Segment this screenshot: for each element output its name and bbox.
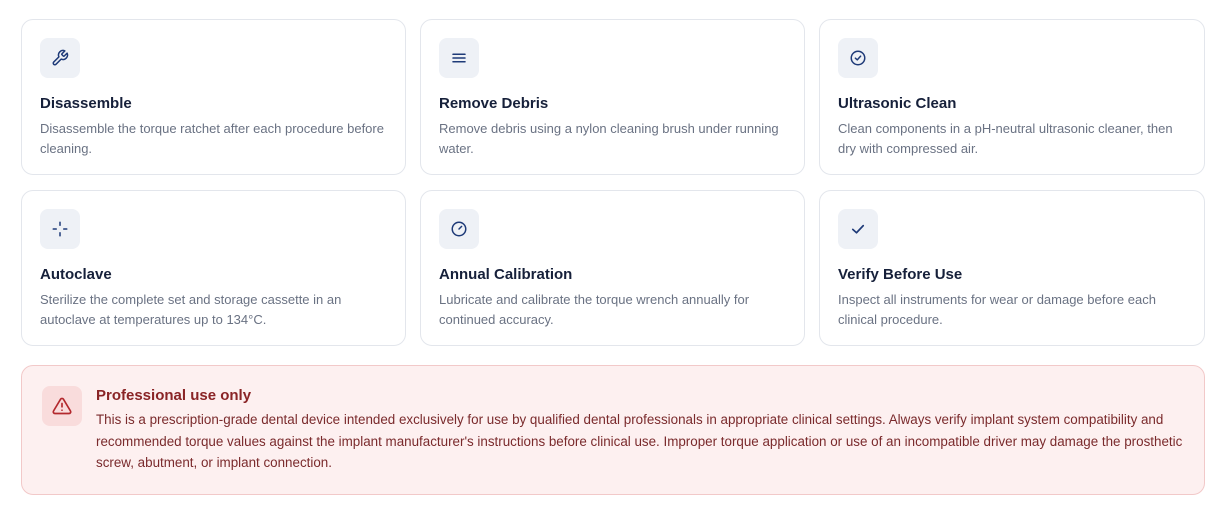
alert-body: Professional use only This is a prescrip…: [96, 386, 1184, 494]
step-title: Autoclave: [40, 266, 112, 283]
step-description: Sterilize the complete set and storage c…: [40, 292, 342, 327]
step-card-annual-calibration: Annual Calibration Lubricate and calibra…: [420, 190, 805, 346]
step-title: Disassemble: [40, 95, 132, 112]
gauge-icon: [439, 209, 479, 249]
care-instructions: Disassemble Disassemble the torque ratch…: [0, 0, 1230, 510]
check-circle-icon: [838, 38, 878, 78]
step-description: Disassemble the torque ratchet after eac…: [40, 121, 384, 156]
step-card-ultrasonic-clean: Ultrasonic Clean Clean components in a p…: [819, 19, 1205, 175]
lines-icon: [439, 38, 479, 78]
professional-use-alert: Professional use only This is a prescrip…: [21, 365, 1205, 495]
alert-text: This is a prescription-grade dental devi…: [96, 412, 1183, 470]
step-description: Lubricate and calibrate the torque wrenc…: [439, 292, 750, 327]
step-title: Ultrasonic Clean: [838, 95, 957, 112]
step-title: Verify Before Use: [838, 266, 963, 283]
step-description: Remove debris using a nylon cleaning bru…: [439, 121, 779, 156]
step-description: Inspect all instruments for wear or dama…: [838, 292, 1156, 327]
crosshair-icon: [40, 209, 80, 249]
step-card-autoclave: Autoclave Sterilize the complete set and…: [21, 190, 406, 346]
step-card-verify-before-use: Verify Before Use Inspect all instrument…: [819, 190, 1205, 346]
step-card-disassemble: Disassemble Disassemble the torque ratch…: [21, 19, 406, 175]
step-title: Remove Debris: [439, 95, 549, 112]
check-icon: [838, 209, 878, 249]
warning-triangle-icon: [42, 386, 82, 426]
step-card-remove-debris: Remove Debris Remove debris using a nylo…: [420, 19, 805, 175]
step-description: Clean components in a pH-neutral ultraso…: [838, 121, 1173, 156]
alert-title: Professional use only: [96, 387, 252, 404]
wrench-icon: [40, 38, 80, 78]
steps-grid: Disassemble Disassemble the torque ratch…: [21, 19, 1205, 346]
step-title: Annual Calibration: [439, 266, 573, 283]
